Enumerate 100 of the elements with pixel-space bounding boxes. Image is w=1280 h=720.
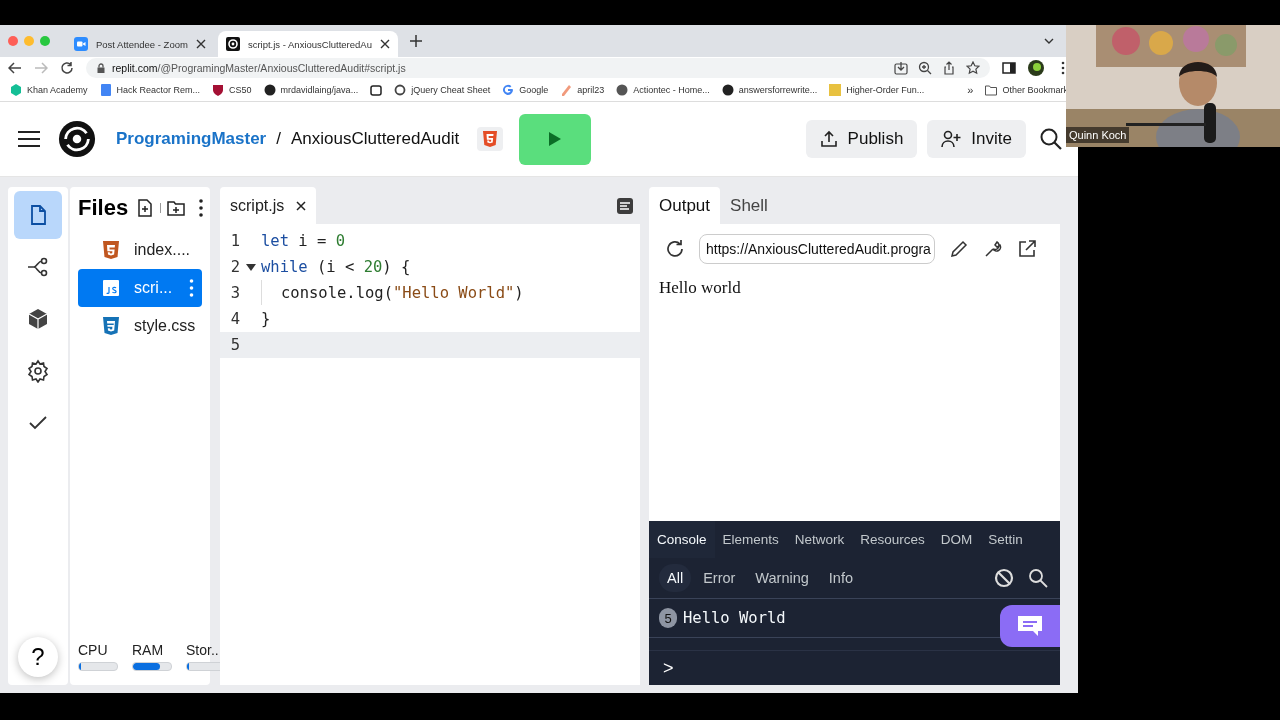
add-person-icon xyxy=(941,130,962,148)
new-tab-icon[interactable] xyxy=(410,35,422,47)
close-icon[interactable] xyxy=(195,39,206,49)
page-text: Hello world xyxy=(658,277,742,299)
external-link-icon[interactable] xyxy=(1017,239,1037,259)
file-item[interactable]: scri... xyxy=(78,269,202,307)
address-bar[interactable]: replit.com/@ProgramingMaster/AnxiousClutteredAudit#script.js xyxy=(86,58,990,78)
close-icon[interactable] xyxy=(380,39,390,49)
line-number: 3 xyxy=(229,283,240,302)
search-icon[interactable] xyxy=(1040,128,1062,150)
rail-files-button[interactable] xyxy=(14,191,62,239)
editor-tab[interactable]: script.js xyxy=(220,187,317,224)
code-line: while (i < 20) { xyxy=(261,257,411,276)
help-button[interactable]: ? xyxy=(18,637,58,677)
browser-tab[interactable]: Post Attendee - Zoom xyxy=(66,31,214,57)
browser-tab[interactable]: script.js - AnxiousClutteredAu xyxy=(217,31,398,57)
new-folder-icon[interactable] xyxy=(167,199,186,217)
log-filter[interactable]: Warning xyxy=(747,564,817,592)
search-icon[interactable] xyxy=(1028,568,1048,588)
settings-icon xyxy=(26,359,50,383)
pencil-icon[interactable] xyxy=(949,239,969,259)
code-line: } xyxy=(261,309,271,328)
owner-link[interactable]: ProgramingMaster xyxy=(116,129,267,149)
bookmark[interactable]: mrdavidlaing/java... xyxy=(263,84,359,96)
line-number: 2 xyxy=(229,257,240,276)
ejs-badge-icon xyxy=(829,84,842,96)
repl-title[interactable]: AnxiousClutteredAudit xyxy=(290,129,460,149)
bookmark-folder[interactable]: Other Bookmark xyxy=(985,84,1068,96)
pane-tab[interactable]: Shell xyxy=(720,187,778,224)
code-line: console.log("Hello World") xyxy=(281,283,524,302)
bookmark[interactable]: Hack Reactor Rem... xyxy=(99,84,201,96)
upload-icon xyxy=(819,130,838,148)
devtools-tab[interactable]: DOM xyxy=(932,521,981,558)
resource-label: Stor.. xyxy=(186,642,220,658)
clear-icon[interactable] xyxy=(994,568,1014,588)
bookmark[interactable]: answersforrewrite... xyxy=(721,84,818,96)
bookmark[interactable]: Higher-Order Fun... xyxy=(829,84,925,96)
invite-button[interactable]: Invite xyxy=(927,120,1026,158)
url-field[interactable]: https://AnxiousClutteredAudit.progra xyxy=(699,234,935,264)
chevron-down-icon[interactable] xyxy=(1044,36,1054,46)
console-prompt[interactable]: > xyxy=(663,657,674,679)
bookmark[interactable]: jQuery Cheat Sheet xyxy=(394,84,491,96)
feedback-button[interactable] xyxy=(1000,605,1060,647)
repeat-count: 5 xyxy=(659,608,677,628)
spiral-logo-icon[interactable] xyxy=(58,120,96,158)
fold-arrow-icon[interactable] xyxy=(245,261,256,272)
html5-icon xyxy=(102,241,120,259)
file-item[interactable]: index.... xyxy=(78,231,202,269)
star-icon[interactable] xyxy=(966,61,980,75)
pencil-icon xyxy=(560,84,573,96)
lock-icon xyxy=(96,63,106,73)
more-bookmarks-button[interactable]: » xyxy=(967,84,974,96)
format-icon[interactable] xyxy=(616,196,634,215)
bookmark[interactable]: Actiontec - Home... xyxy=(616,84,710,96)
line-number: 5 xyxy=(229,335,240,354)
avatar-icon[interactable] xyxy=(1028,60,1044,76)
new-file-icon[interactable] xyxy=(136,199,155,217)
download-icon[interactable] xyxy=(894,61,908,75)
hexagon-icon xyxy=(10,84,22,96)
resource-label: RAM xyxy=(132,642,165,658)
bookmark[interactable]: CS50 xyxy=(212,84,252,96)
devtools-tab[interactable]: Resources xyxy=(852,521,933,558)
shield-icon xyxy=(212,84,225,96)
reload-icon[interactable] xyxy=(665,239,685,259)
ring-icon xyxy=(394,84,407,96)
reload-icon[interactable] xyxy=(60,61,74,75)
play-icon xyxy=(549,132,562,146)
zoom-in-icon[interactable] xyxy=(918,61,932,75)
bookmark[interactable]: Khan Academy xyxy=(10,84,88,96)
resource-label: CPU xyxy=(78,642,109,658)
log-filter[interactable]: Error xyxy=(695,564,744,592)
devtools-tab[interactable]: Elements xyxy=(714,521,787,558)
more-icon[interactable] xyxy=(198,199,204,217)
chat-icon xyxy=(1017,615,1043,637)
html5-badge-icon xyxy=(477,127,504,151)
log-filter[interactable]: All xyxy=(659,564,692,592)
file-item[interactable]: style.css xyxy=(78,307,202,345)
breadcrumb-separator: / xyxy=(276,129,281,149)
run-button[interactable] xyxy=(519,113,592,165)
publish-button[interactable]: Publish xyxy=(805,120,918,158)
side-panel-icon[interactable] xyxy=(1002,61,1016,75)
close-icon[interactable] xyxy=(296,200,307,211)
line-number: 1 xyxy=(229,231,240,250)
pane-tab[interactable]: Output xyxy=(649,187,721,224)
devtools-tab[interactable]: Network xyxy=(786,521,853,558)
files-title: Files xyxy=(78,195,129,221)
devtools-tab[interactable]: Settin xyxy=(980,521,1031,558)
wrench-icon[interactable] xyxy=(983,239,1003,259)
letter-g-icon xyxy=(502,84,515,96)
participant-name: Quinn Koch xyxy=(1066,127,1130,143)
share-icon[interactable] xyxy=(942,61,956,75)
devtools-tab[interactable]: Console xyxy=(649,521,715,558)
log-filter[interactable]: Info xyxy=(820,564,861,592)
bookmark[interactable]: Google xyxy=(502,84,549,96)
back-icon[interactable] xyxy=(8,61,22,75)
bookmark[interactable]: april23 xyxy=(560,84,605,96)
js-icon xyxy=(102,279,120,297)
video-camera-icon xyxy=(74,37,88,51)
code-line: let i = 0 xyxy=(261,231,345,250)
menu-icon[interactable] xyxy=(18,131,40,147)
